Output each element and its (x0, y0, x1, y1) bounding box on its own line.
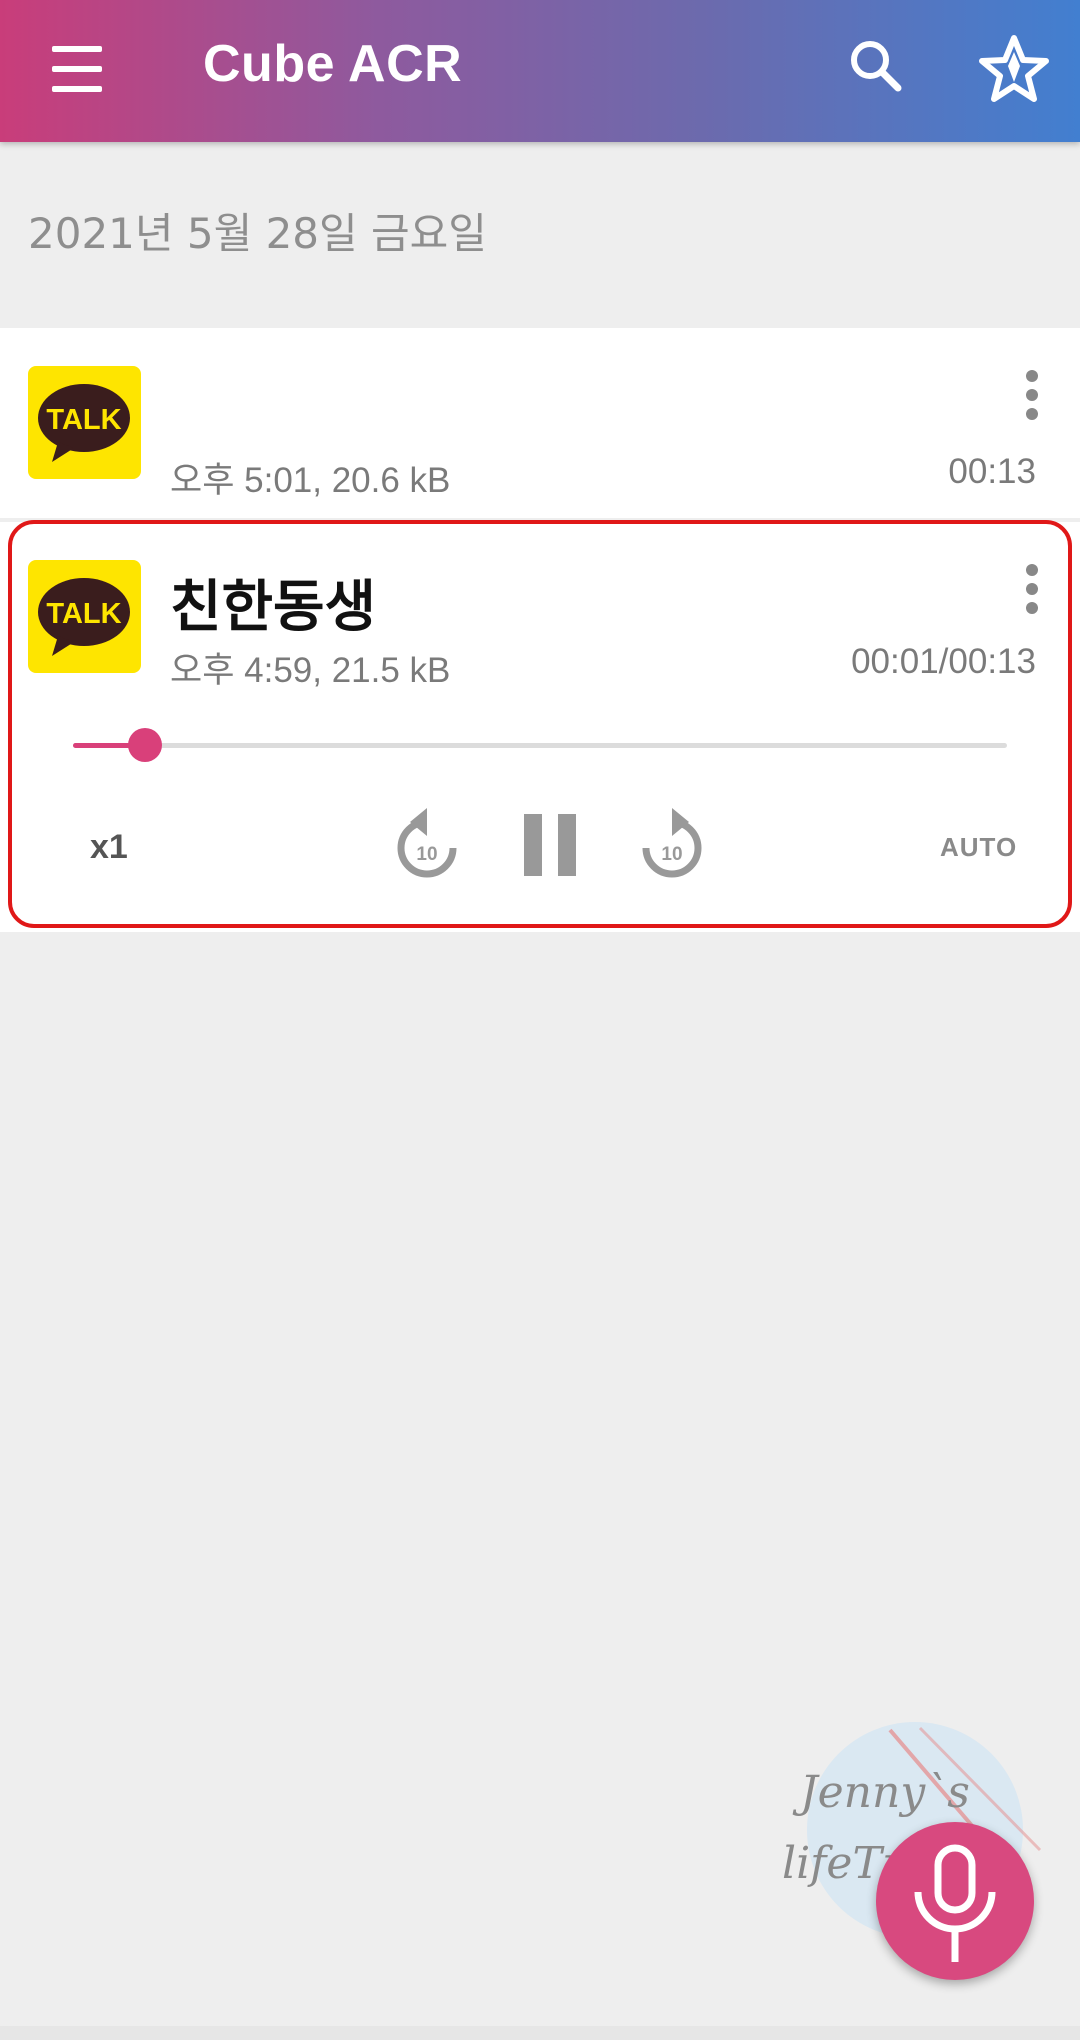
rewind-seconds: 10 (416, 844, 437, 865)
talk-icon-text: TALK (46, 404, 121, 436)
pause-icon (524, 814, 542, 876)
app-title: Cube ACR (203, 35, 463, 93)
recording-item[interactable]: TALK 오후 5:01, 20.6 kB 00:13 (0, 328, 1080, 518)
forward-10-icon: 10 (642, 808, 702, 878)
date-header: 2021년 5월 28일 금요일 (28, 209, 487, 258)
bottom-strip (0, 2026, 1080, 2040)
seek-thumb[interactable] (127, 728, 162, 762)
more-options-button[interactable] (1014, 564, 1050, 624)
star-icon (979, 35, 1049, 102)
forward-seconds: 10 (661, 844, 682, 865)
kakaotalk-icon: TALK (28, 560, 141, 673)
watermark-line1: Jenny`s (792, 1767, 970, 1818)
kakaotalk-icon: TALK (28, 366, 141, 479)
forward-10-button[interactable]: 10 (637, 802, 707, 882)
playback-speed-button[interactable]: x1 (90, 828, 128, 867)
microphone-icon (914, 1844, 996, 1962)
search-button[interactable] (840, 30, 912, 102)
search-icon (851, 41, 902, 92)
recording-meta: 오후 5:01, 20.6 kB (170, 461, 451, 500)
seek-bar[interactable] (73, 743, 1007, 748)
more-vert-dot (1026, 408, 1038, 420)
more-vert-icon (1026, 564, 1038, 576)
more-vert-dot (1026, 602, 1038, 614)
menu-icon (52, 46, 102, 52)
app-bar: Cube ACR (0, 0, 1080, 142)
menu-button[interactable] (44, 38, 116, 102)
favorites-button[interactable] (974, 30, 1054, 110)
recording-item-expanded[interactable]: TALK 친한동생 오후 4:59, 21.5 kB 00:01/00:13 x… (0, 522, 1080, 932)
pause-icon-bar (558, 814, 576, 876)
contact-name: 친한동생 (170, 575, 377, 640)
talk-icon-text: TALK (46, 598, 121, 630)
more-vert-dot (1026, 389, 1038, 401)
recording-duration: 00:13 (948, 452, 1036, 491)
playback-time: 00:01/00:13 (851, 642, 1036, 681)
auto-button[interactable]: AUTO (940, 832, 1017, 863)
replay-10-icon: 10 (397, 808, 457, 878)
more-vert-dot (1026, 583, 1038, 595)
pause-button[interactable] (520, 814, 580, 878)
more-options-button[interactable] (1014, 370, 1050, 430)
recording-meta: 오후 4:59, 21.5 kB (170, 651, 451, 690)
record-fab[interactable] (876, 1822, 1034, 1980)
rewind-10-button[interactable]: 10 (392, 802, 462, 882)
menu-icon-line (52, 66, 102, 72)
more-vert-icon (1026, 370, 1038, 382)
menu-icon-line (52, 86, 102, 92)
